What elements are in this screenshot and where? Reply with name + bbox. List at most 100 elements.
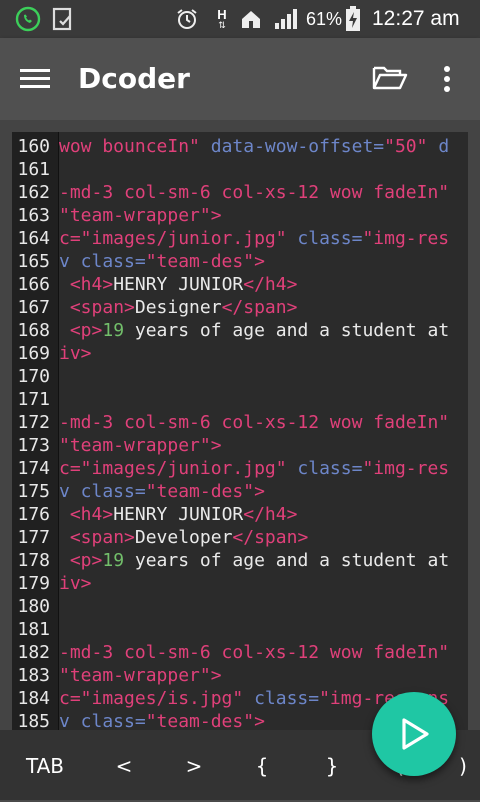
code-token: > xyxy=(254,481,265,502)
code-token: </h4> xyxy=(243,274,298,295)
line-number: 179 xyxy=(17,573,50,594)
code-line: 169 iv> xyxy=(12,342,468,365)
line-number: 170 xyxy=(17,366,50,387)
code-text: c="images/junior.jpg" class="img-res xyxy=(59,227,449,250)
code-editor[interactable]: 160 wow bounceIn" data-wow-offset="50" d1… xyxy=(12,132,468,730)
key-greater-than[interactable]: > xyxy=(168,730,220,800)
code-token: "50" xyxy=(384,136,428,157)
code-token: > xyxy=(254,251,265,272)
code-token: class= xyxy=(286,228,363,249)
code-text: <p>19 years of age and a student at xyxy=(59,549,449,572)
code-text: "team-wrapper"> xyxy=(59,204,222,227)
code-line: 170 xyxy=(12,365,468,388)
code-token: "team-des" xyxy=(145,481,255,502)
code-token: -md-3 col-sm-6 col-xs-12 wow fadeIn" xyxy=(59,412,450,433)
code-line: 183 "team-wrapper"> xyxy=(12,664,468,687)
code-token: > xyxy=(210,665,222,686)
task-icon xyxy=(50,6,76,32)
code-token: wow bounceIn" xyxy=(59,136,200,157)
clock: 12:27 am xyxy=(372,7,460,30)
code-line: 168 <p>19 years of age and a student at xyxy=(12,319,468,342)
line-number: 178 xyxy=(17,550,50,571)
key-less-than[interactable]: < xyxy=(98,730,150,800)
code-token: "team-des" xyxy=(145,711,255,730)
code-token: > xyxy=(210,205,222,226)
code-line: 172 -md-3 col-sm-6 col-xs-12 wow fadeIn" xyxy=(12,411,468,434)
key-tab[interactable]: TAB xyxy=(14,730,76,800)
code-text: iv> xyxy=(59,572,92,595)
code-line: 174 c="images/junior.jpg" class="img-res xyxy=(12,457,468,480)
code-token: data-wow-offset= xyxy=(199,136,385,157)
key-close-brace[interactable]: } xyxy=(306,730,358,800)
key-open-brace[interactable]: { xyxy=(236,730,288,800)
network-h-icon: H ⇅ xyxy=(217,7,227,30)
code-line: 175 v class="team-des"> xyxy=(12,480,468,503)
line-number: 183 xyxy=(17,665,50,686)
line-number: 175 xyxy=(17,481,50,502)
code-text: <h4>HENRY JUNIOR</h4> xyxy=(59,503,298,526)
code-token: </span> xyxy=(232,527,309,548)
code-text: iv> xyxy=(59,342,92,365)
code-token: "team-wrapper" xyxy=(59,665,211,686)
code-line: 166 <h4>HENRY JUNIOR</h4> xyxy=(12,273,468,296)
line-number: 164 xyxy=(17,228,50,249)
folder-open-icon[interactable] xyxy=(372,64,410,94)
line-number: 180 xyxy=(17,596,50,617)
line-number: 184 xyxy=(17,688,50,709)
code-token: iv> xyxy=(59,573,92,594)
code-line: 163 "team-wrapper"> xyxy=(12,204,468,227)
run-button[interactable] xyxy=(372,692,456,776)
line-number: 176 xyxy=(17,504,50,525)
code-text: <span>Developer</span> xyxy=(59,526,308,549)
signal-icon xyxy=(272,6,300,32)
app-bar: Dcoder xyxy=(0,38,480,120)
code-token: <span> xyxy=(69,527,135,548)
code-token: "team-wrapper" xyxy=(59,435,211,456)
code-line: 165 v class="team-des"> xyxy=(12,250,468,273)
code-token: class= xyxy=(243,688,320,709)
code-token: "team-wrapper" xyxy=(59,205,211,226)
code-line: 173 "team-wrapper"> xyxy=(12,434,468,457)
line-number: 162 xyxy=(17,182,50,203)
code-line: 182 -md-3 col-sm-6 col-xs-12 wow fadeIn" xyxy=(12,641,468,664)
code-token: c="images/is.jpg" xyxy=(59,688,244,709)
code-text: "team-wrapper"> xyxy=(59,664,222,687)
code-token: > xyxy=(210,435,222,456)
code-line: 171 xyxy=(12,388,468,411)
line-number: 185 xyxy=(17,711,50,730)
code-token: HENRY JUNIOR xyxy=(113,274,244,295)
code-line: 164 c="images/junior.jpg" class="img-res xyxy=(12,227,468,250)
code-text: v class="team-des"> xyxy=(59,480,265,503)
code-text: -md-3 col-sm-6 col-xs-12 wow fadeIn" xyxy=(59,411,449,434)
code-line: 181 xyxy=(12,618,468,641)
code-token: iv> xyxy=(59,343,92,364)
code-token: "img-res xyxy=(362,228,450,249)
code-token: v class= xyxy=(59,711,146,730)
code-token: "team-des" xyxy=(145,251,255,272)
code-token: <p> xyxy=(69,320,103,341)
code-text: -md-3 col-sm-6 col-xs-12 wow fadeIn" xyxy=(59,641,449,664)
line-number: 172 xyxy=(17,412,50,433)
line-number: 163 xyxy=(17,205,50,226)
code-token: "img-res xyxy=(362,458,450,479)
line-number: 177 xyxy=(17,527,50,548)
line-number: 173 xyxy=(17,435,50,456)
code-line: 180 xyxy=(12,595,468,618)
code-token: <p> xyxy=(69,550,103,571)
status-bar: H ⇅ 61% 12:27 am xyxy=(0,0,480,38)
code-token: -md-3 col-sm-6 col-xs-12 wow fadeIn" xyxy=(59,182,450,203)
line-number: 181 xyxy=(17,619,50,640)
app-title: Dcoder xyxy=(78,62,190,95)
code-line: 161 xyxy=(12,158,468,181)
more-vert-icon[interactable] xyxy=(440,64,454,94)
code-line: 178 <p>19 years of age and a student at xyxy=(12,549,468,572)
hamburger-icon[interactable] xyxy=(20,66,52,92)
code-token: > xyxy=(254,711,265,730)
code-text: <p>19 years of age and a student at xyxy=(59,319,449,342)
line-number: 171 xyxy=(17,389,50,410)
